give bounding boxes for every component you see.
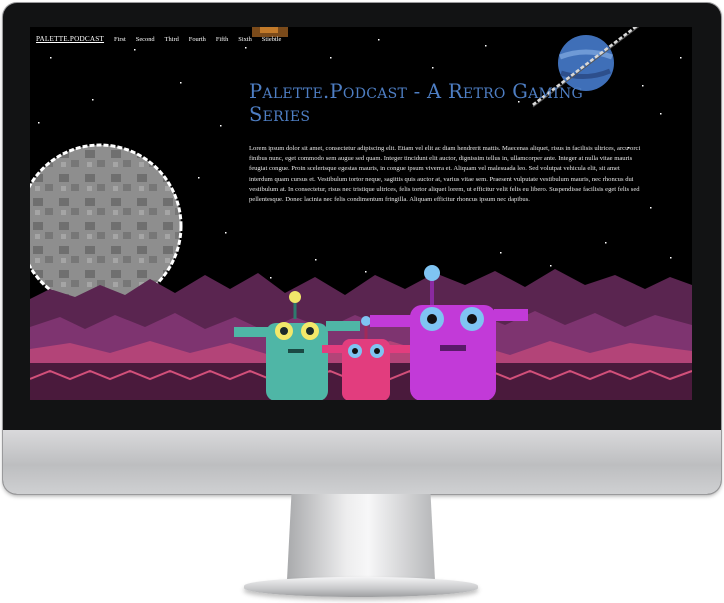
nav-link-third[interactable]: Third — [165, 36, 179, 43]
monitor-chin — [3, 430, 721, 494]
monitor-screen: PALETTE.PODCAST First Second Third Fourt… — [30, 27, 692, 400]
nav-link-sixth[interactable]: Sixth — [238, 36, 252, 43]
monitor-stand-neck — [287, 494, 435, 580]
nav-link-seventh[interactable]: Stiebtle — [262, 36, 282, 43]
nav-link-fourth[interactable]: Fourth — [189, 36, 206, 43]
nav-link-first[interactable]: First — [114, 36, 126, 43]
nav-link-fifth[interactable]: Fifth — [216, 36, 228, 43]
top-nav: PALETTE.PODCAST First Second Third Fourt… — [36, 35, 291, 43]
page-title: Palette.Podcast - A Retro Gaming Series — [249, 80, 583, 126]
nav-link-second[interactable]: Second — [136, 36, 155, 43]
hero-paragraph: Lorem ipsum dolor sit amet, consectetur … — [249, 145, 641, 204]
brand-logo-link[interactable]: PALETTE.PODCAST — [36, 35, 104, 43]
monitor-stand-base — [244, 577, 478, 597]
